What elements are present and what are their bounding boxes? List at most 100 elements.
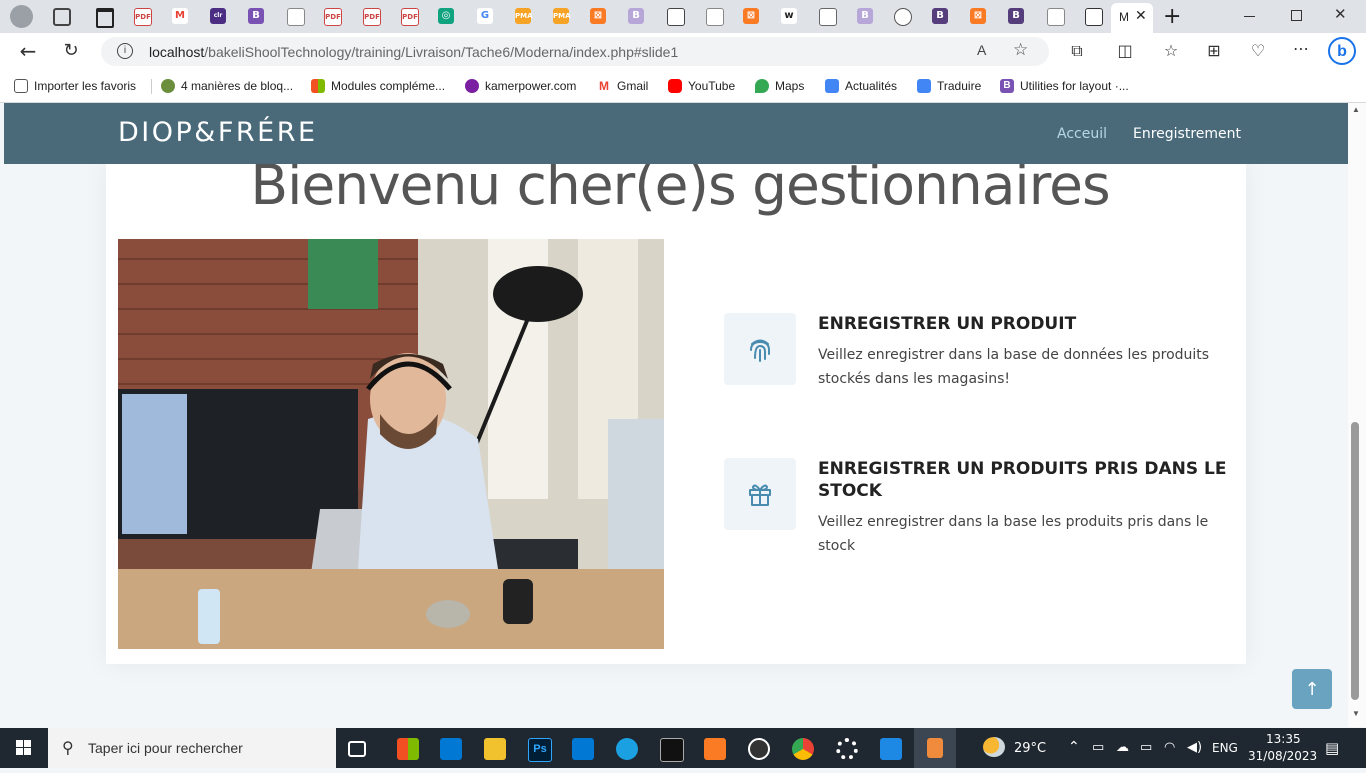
bookmark-import[interactable]: Importer les favoris xyxy=(14,78,136,94)
xampp-icon[interactable] xyxy=(704,738,726,760)
new-tab-icon[interactable]: + xyxy=(1163,4,1181,29)
site-brand[interactable]: DIOP&FRÉRE xyxy=(118,117,318,148)
translate-icon xyxy=(917,79,931,93)
clock-date[interactable]: 31/08/2023 xyxy=(1248,749,1317,763)
tab-gmail-icon[interactable]: M xyxy=(172,8,188,24)
bing-copilot-icon[interactable]: b xyxy=(1328,37,1356,65)
bookmark-label: Gmail xyxy=(617,79,649,93)
volume-icon[interactable]: ◀) xyxy=(1187,740,1202,755)
vscode-icon[interactable] xyxy=(572,738,594,760)
browser-essentials-icon[interactable]: ♡ xyxy=(1247,41,1269,61)
tab-bootstrap-icon[interactable]: B xyxy=(628,8,644,24)
movie-maker-icon[interactable] xyxy=(880,738,902,760)
weather-temp[interactable]: 29°C xyxy=(1014,741,1046,756)
scrollbar-thumb[interactable] xyxy=(1351,422,1359,700)
settings-more-icon[interactable]: ⋯ xyxy=(1290,39,1312,59)
tab-phpmyadmin-icon[interactable]: PMA xyxy=(515,8,533,24)
bookmark-item[interactable]: Actualités xyxy=(825,78,897,94)
scroll-up-icon[interactable]: ▲ xyxy=(1352,105,1360,114)
edge-icon[interactable] xyxy=(616,738,638,760)
extensions-icon[interactable]: ⧉ xyxy=(1066,41,1088,61)
language-indicator[interactable]: ENG xyxy=(1212,741,1238,755)
site-info-icon[interactable]: i xyxy=(117,43,133,59)
media-player-icon[interactable] xyxy=(748,738,770,760)
tab-bootstrap-icon[interactable]: B xyxy=(248,8,264,24)
bookmark-item[interactable]: YouTube xyxy=(668,78,735,94)
settings-gear-icon[interactable] xyxy=(836,738,858,760)
workspaces-icon[interactable] xyxy=(53,8,71,26)
tab-bootstrap-icon[interactable]: B xyxy=(932,8,948,24)
photoshop-icon[interactable]: Ps xyxy=(528,738,552,762)
tab-chatgpt-icon[interactable]: ◎ xyxy=(438,8,454,24)
split-screen-icon[interactable]: ◫ xyxy=(1114,41,1136,61)
bookmark-label: kamerpower.com xyxy=(485,79,577,93)
bookmark-item[interactable]: Traduire xyxy=(917,78,981,94)
back-to-top-button[interactable]: ↑ xyxy=(1292,669,1332,709)
chevron-up-icon[interactable]: ⌃ xyxy=(1068,739,1080,755)
file-explorer-icon[interactable] xyxy=(484,738,506,760)
kamerpower-icon xyxy=(465,79,479,93)
tab-google-icon[interactable]: G xyxy=(477,8,493,24)
tab-page-icon[interactable] xyxy=(706,8,724,26)
notifications-icon[interactable]: ▤ xyxy=(1325,739,1339,757)
minimize-icon[interactable] xyxy=(1244,16,1255,17)
start-button[interactable] xyxy=(0,728,48,768)
window-close-icon[interactable]: ✕ xyxy=(1334,5,1347,23)
tab-page-icon[interactable] xyxy=(667,8,685,26)
terminal-icon[interactable] xyxy=(660,738,684,762)
tab-pdf-icon[interactable]: PDF xyxy=(134,8,152,26)
favorites-icon[interactable]: ☆ xyxy=(1160,41,1182,61)
usb-icon[interactable]: ▭ xyxy=(1092,740,1104,755)
tab-phpmyadmin-icon[interactable]: PMA xyxy=(553,8,571,24)
feature-title-line: ENREGISTRER UN PRODUITS PRIS DANS LE xyxy=(818,459,1227,479)
restore-icon[interactable] xyxy=(1291,10,1302,21)
back-icon[interactable]: ← xyxy=(17,41,39,61)
mail-icon[interactable] xyxy=(440,738,462,760)
bookmark-item[interactable]: 4 manières de bloq... xyxy=(161,78,293,94)
tab-w3-icon[interactable]: w xyxy=(781,8,797,24)
tab-page-icon[interactable] xyxy=(819,8,837,26)
scroll-down-icon[interactable]: ▼ xyxy=(1352,709,1360,718)
tab-xampp-icon[interactable]: ⊠ xyxy=(743,8,759,24)
address-bar[interactable]: i localhost/bakeliShoolTechnology/traini… xyxy=(101,37,1049,66)
tab-page-icon[interactable] xyxy=(287,8,305,26)
refresh-icon[interactable]: ↻ xyxy=(60,41,82,61)
battery-icon[interactable]: ▭ xyxy=(1140,740,1152,755)
tab-xampp-icon[interactable]: ⊠ xyxy=(590,8,606,24)
close-tab-icon[interactable]: ✕ xyxy=(1135,8,1147,24)
tab-pdf-icon[interactable]: PDF xyxy=(363,8,381,26)
tab-actions-icon[interactable] xyxy=(96,8,114,28)
tab-bootstrap-icon[interactable]: B xyxy=(857,8,873,24)
tab-pdf-icon[interactable]: PDF xyxy=(401,8,419,26)
bookmark-item[interactable]: kamerpower.com xyxy=(465,78,576,94)
tab-globe-icon[interactable] xyxy=(894,8,912,26)
tab-page-icon[interactable] xyxy=(1047,8,1065,26)
active-tab[interactable]: M ✕ xyxy=(1111,3,1153,33)
url-host: localhost xyxy=(149,44,205,60)
bookmark-item[interactable]: Maps xyxy=(755,78,804,94)
collections-icon[interactable]: ⊞ xyxy=(1203,41,1225,61)
fingerprint-icon xyxy=(750,339,770,362)
tab-xampp-icon[interactable]: ⊠ xyxy=(970,8,986,24)
read-aloud-icon[interactable]: A xyxy=(977,42,986,58)
bookmark-item[interactable]: B Utilities for layout ·... xyxy=(1000,78,1129,94)
tab-colorlib-icon[interactable]: clr xyxy=(210,8,226,24)
wifi-icon[interactable]: ◠ xyxy=(1164,740,1175,755)
weather-icon[interactable] xyxy=(983,737,1005,757)
tab-page-icon[interactable] xyxy=(1085,8,1103,26)
clock-time[interactable]: 13:35 xyxy=(1266,732,1301,746)
nav-link-home[interactable]: Acceuil xyxy=(1057,126,1107,142)
onedrive-icon[interactable]: ☁ xyxy=(1116,740,1129,755)
store-icon[interactable] xyxy=(397,738,419,760)
profile-avatar[interactable] xyxy=(10,5,33,28)
tab-pdf-icon[interactable]: PDF xyxy=(324,8,342,26)
nav-link-register[interactable]: Enregistrement xyxy=(1133,126,1241,142)
bookmark-item[interactable]: M Gmail xyxy=(597,78,648,94)
tab-bootstrap-icon[interactable]: B xyxy=(1008,8,1024,24)
task-view-icon[interactable] xyxy=(348,741,366,757)
bookmark-item[interactable]: Modules compléme... xyxy=(311,78,445,94)
add-favorite-icon[interactable]: ☆ xyxy=(1013,40,1028,60)
taskbar-search[interactable]: ⚲ Taper ici pour rechercher xyxy=(48,728,336,768)
chrome-icon[interactable] xyxy=(792,738,814,760)
active-app-highlight[interactable] xyxy=(914,728,956,768)
